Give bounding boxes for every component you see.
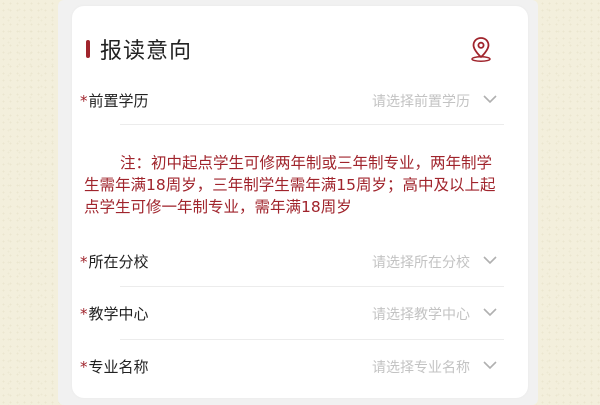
divider [120,124,504,125]
prior-education-row[interactable]: *前置学历 请选择前置学历 [72,80,528,120]
branch-school-select[interactable]: 请选择所在分校 [372,252,470,272]
divider [120,286,504,287]
enrollment-intent-card: 报读意向 *前置学历 请选择前置学历 注：初中起点学生可修两年制或三年制专业，两… [72,6,528,398]
chevron-down-icon[interactable] [482,254,498,266]
prior-education-label: *前置学历 [80,92,149,110]
required-mark: * [80,358,88,376]
page-title: 报读意向 [100,39,193,64]
major-name-row[interactable]: *专业名称 请选择专业名称 [72,346,528,386]
divider [120,339,504,340]
branch-school-label: *所在分校 [80,253,149,271]
location-pin-icon[interactable] [468,35,494,63]
teaching-center-label: *教学中心 [80,305,149,323]
chevron-down-icon[interactable] [482,93,498,105]
required-mark: * [80,305,88,323]
card-header: 报读意向 [72,28,528,68]
major-name-select[interactable]: 请选择专业名称 [372,357,470,377]
branch-school-row[interactable]: *所在分校 请选择所在分校 [72,241,528,281]
chevron-down-icon[interactable] [482,306,498,318]
chevron-down-icon[interactable] [482,359,498,371]
title-accent-bar [86,40,90,58]
teaching-center-row[interactable]: *教学中心 请选择教学中心 [72,293,528,333]
required-mark: * [80,253,88,271]
enrollment-note: 注：初中起点学生可修两年制或三年制专业，两年制学生需年满18周岁，三年制学生需年… [84,154,496,216]
prior-education-select[interactable]: 请选择前置学历 [372,91,470,111]
required-mark: * [80,92,88,110]
teaching-center-select[interactable]: 请选择教学中心 [372,304,470,324]
major-name-label: *专业名称 [80,358,149,376]
